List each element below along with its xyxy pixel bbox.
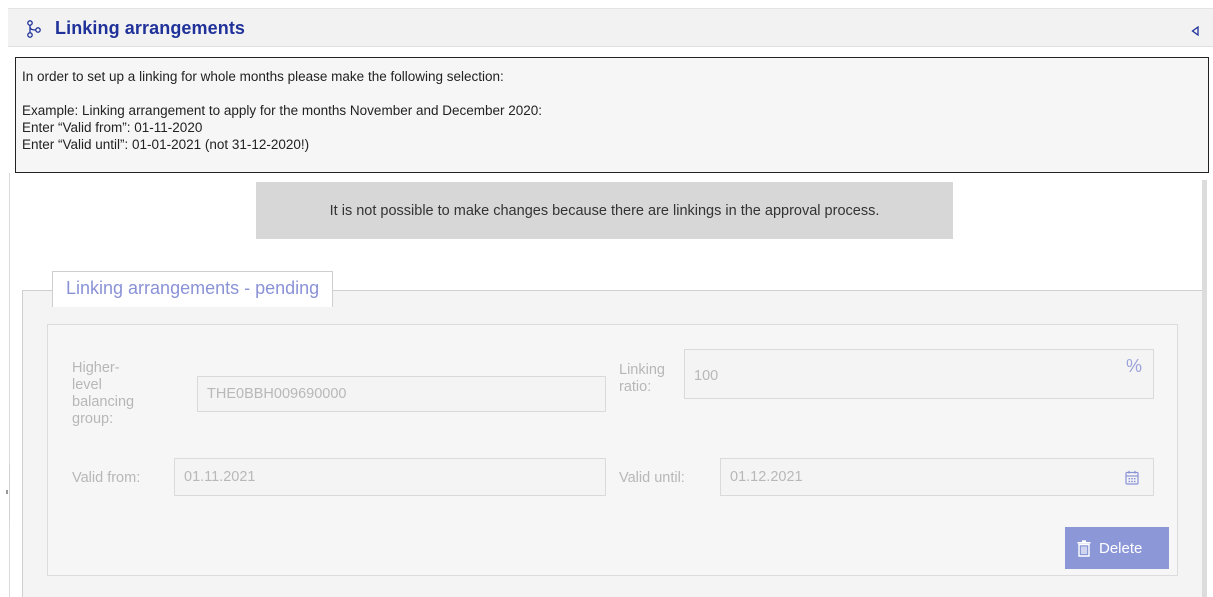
linking-icon [26,20,42,38]
collapse-triangle-icon[interactable] [1191,23,1199,37]
percent-unit: % [1125,356,1142,376]
info-line: Enter “Valid from”: 01-11-2020 [22,120,203,135]
valid-until-value: 01.12.2021 [730,469,803,485]
delete-label: Delete [1099,539,1143,557]
linking-ratio-field[interactable]: 100 % [684,349,1154,399]
valid-from-label: Valid from: [72,470,141,486]
left-divider [9,173,10,597]
valid-until-field[interactable]: 01.12.2021 [720,458,1154,496]
pending-legend: Linking arrangements - pending [52,271,334,307]
calendar-icon[interactable] [1125,470,1139,485]
higher-level-label: Higher- level balancing group: [72,360,135,427]
panel-title: Linking arrangements [55,18,246,38]
linking-ratio-label: Linking ratio: [619,362,665,395]
scrollbar[interactable] [1202,180,1207,597]
higher-level-field[interactable]: THE0BBH009690000 [197,376,606,412]
trash-icon [1077,539,1091,557]
valid-until-label: Valid until: [619,470,685,486]
valid-from-value: 01.11.2021 [184,469,256,485]
valid-from-field[interactable]: 01.11.2021 [174,458,606,496]
linking-ratio-value: 100 [694,368,719,384]
approval-notice: It is not possible to make changes becau… [256,182,953,239]
panel-header: Linking arrangements [8,9,1213,47]
info-line: Example: Linking arrangement to apply fo… [22,103,543,118]
delete-button[interactable]: Delete [1065,527,1169,569]
info-line: In order to set up a linking for whole m… [22,69,504,84]
higher-level-value: THE0BBH009690000 [207,386,347,402]
info-box: In order to set up a linking for whole m… [15,57,1209,173]
resize-handle[interactable] [6,465,10,521]
info-line: Enter “Valid until”: 01-01-2021 (not 31-… [22,137,310,152]
